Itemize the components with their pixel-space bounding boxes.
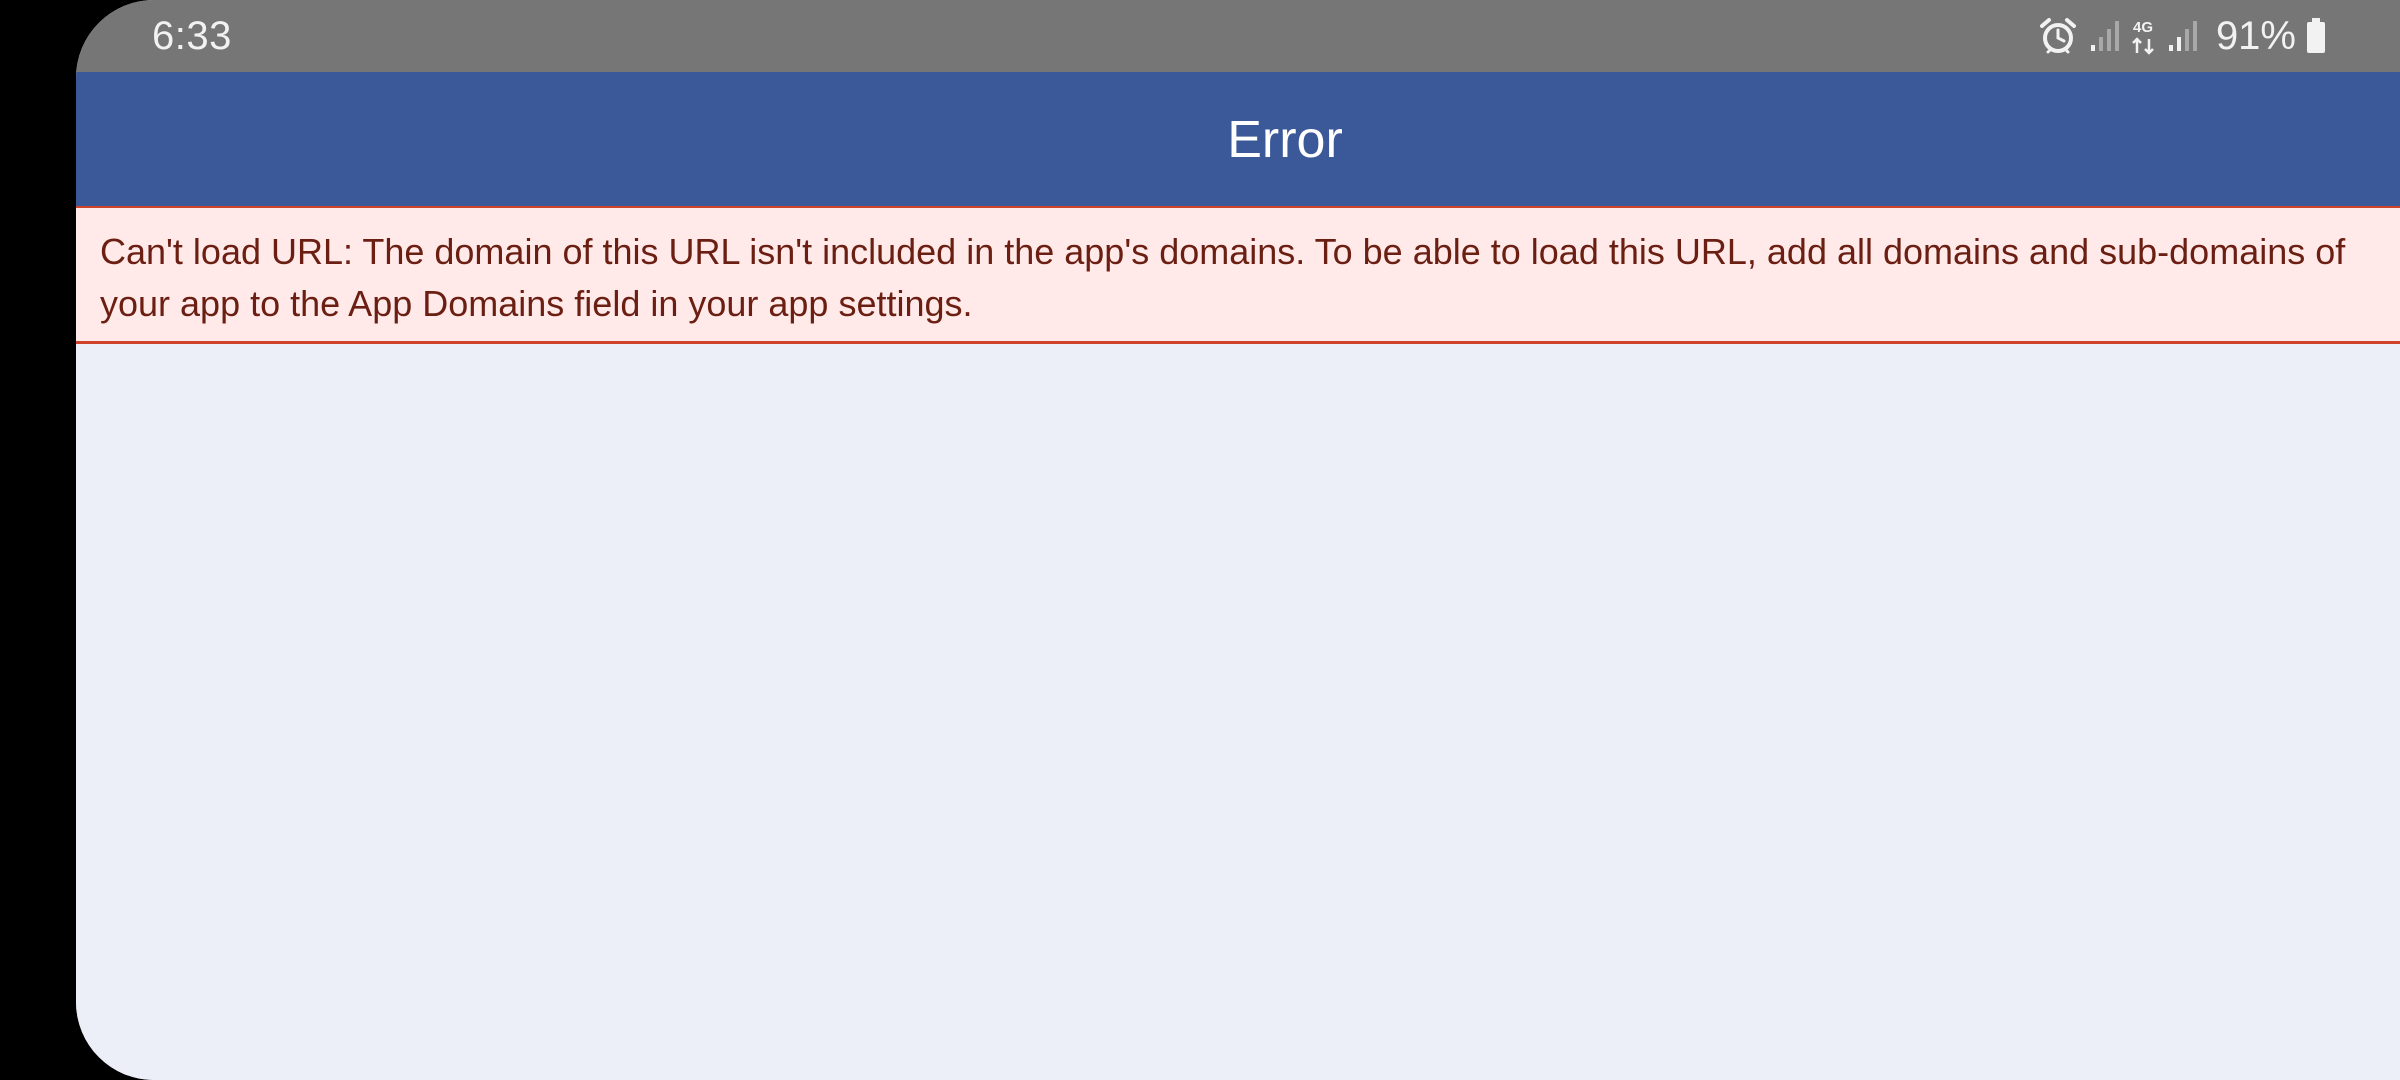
phone-screen: 6:33 4G 91% Error Can't load URL: The do… (76, 0, 2400, 1080)
content-area (76, 344, 2400, 1080)
signal-icon (2090, 19, 2120, 53)
status-time: 6:33 (152, 14, 232, 58)
app-bar: Error (76, 72, 2400, 208)
4g-data-icon: 4G (2130, 17, 2156, 55)
page-title: Error (1227, 111, 1343, 169)
battery-icon (2306, 18, 2326, 54)
error-banner: Can't load URL: The domain of this URL i… (76, 206, 2400, 344)
battery-percent: 91% (2215, 14, 2296, 58)
alarm-icon (2038, 16, 2078, 56)
signal-icon (2168, 19, 2198, 53)
status-bar: 6:33 4G 91% (76, 0, 2400, 72)
status-icons: 4G 91% (2038, 12, 2326, 60)
svg-text:4G: 4G (2133, 19, 2153, 36)
error-message: Can't load URL: The domain of this URL i… (100, 231, 2346, 324)
device-bezel (0, 0, 76, 1080)
